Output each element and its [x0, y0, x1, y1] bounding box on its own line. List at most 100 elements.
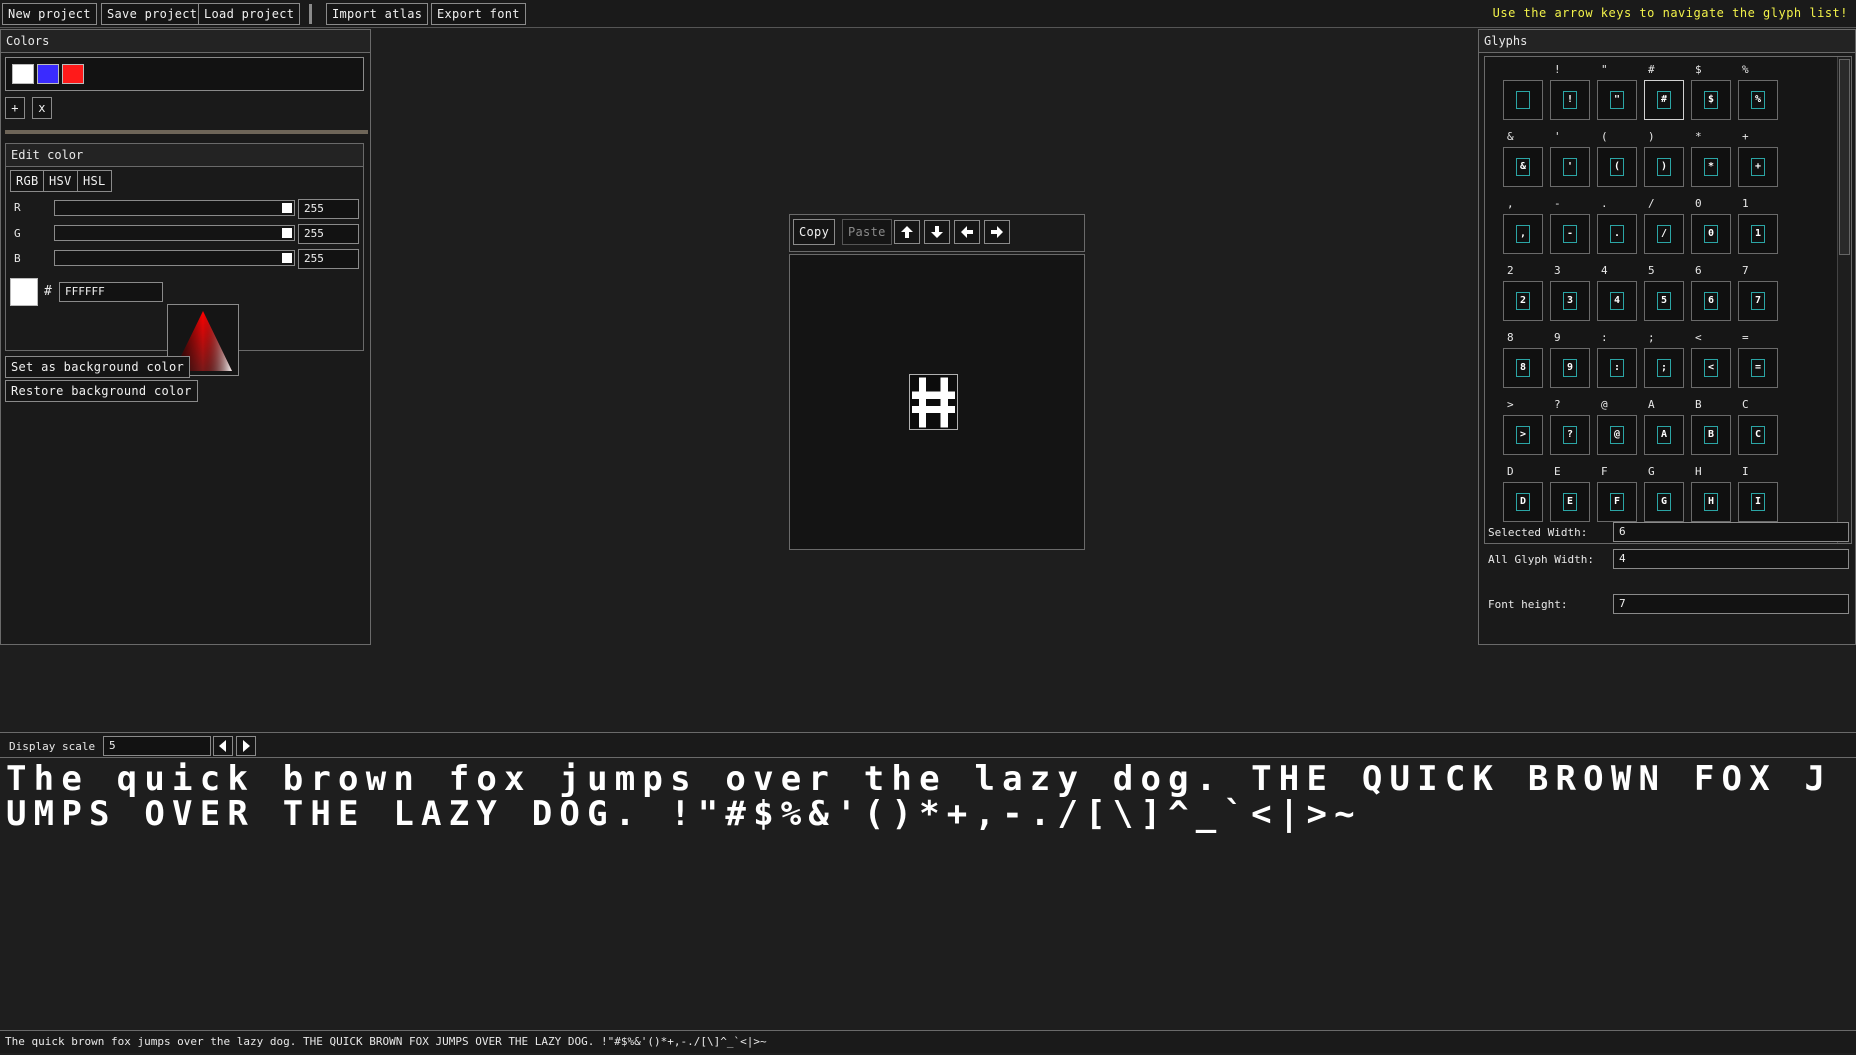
export-font-button[interactable]: Export font	[431, 3, 526, 25]
glyph-label-6: 6	[1695, 264, 1702, 277]
glyph-pixel-grid[interactable]	[909, 374, 958, 430]
glyph-cell-hash[interactable]: #	[1644, 80, 1684, 120]
glyph-cell-b[interactable]: B	[1691, 415, 1731, 455]
glyph-preview-semicolon: ;	[1657, 359, 1671, 377]
shift-down-button[interactable]	[924, 220, 950, 244]
font-height-label: Font height:	[1488, 598, 1568, 611]
font-preview-text: The quick brown fox jumps over the lazy …	[6, 759, 1833, 834]
glyph-label-g: G	[1648, 465, 1655, 478]
all-glyph-width-input[interactable]: 4	[1613, 549, 1849, 569]
slider-thumb[interactable]	[282, 253, 292, 263]
color-swatch-white[interactable]	[12, 64, 34, 84]
glyph-cell-percent[interactable]: %	[1738, 80, 1778, 120]
channel-b-slider[interactable]	[54, 250, 295, 266]
scale-increase-button[interactable]	[236, 736, 256, 756]
display-scale-bar: Display scale 5	[0, 732, 1856, 758]
up-arrow-icon	[901, 226, 913, 238]
glyph-cell-3[interactable]: 3	[1550, 281, 1590, 321]
mode-tab-rgb[interactable]: RGB	[10, 170, 45, 192]
glyph-cell-h[interactable]: H	[1691, 482, 1731, 522]
copy-button[interactable]: Copy	[793, 219, 836, 245]
glyph-cell-f[interactable]: F	[1597, 482, 1637, 522]
shift-right-button[interactable]	[984, 220, 1010, 244]
glyph-cell-exclamation[interactable]: !	[1550, 80, 1590, 120]
mode-tab-hsl[interactable]: HSL	[77, 170, 112, 192]
glyph-cell-question[interactable]: ?	[1550, 415, 1590, 455]
glyph-cell-period[interactable]: .	[1597, 214, 1637, 254]
color-swatch-red[interactable]	[62, 64, 84, 84]
shift-left-button[interactable]	[954, 220, 980, 244]
glyph-cell-4[interactable]: 4	[1597, 281, 1637, 321]
glyph-preview-hyphen: -	[1563, 225, 1577, 243]
remove-color-button[interactable]: x	[32, 97, 52, 119]
selected-width-input[interactable]: 6	[1613, 522, 1849, 542]
channel-r-slider[interactable]	[54, 200, 295, 216]
glyph-preview-0: 0	[1704, 225, 1718, 243]
glyph-preview-5: 5	[1657, 292, 1671, 310]
glyph-cell-0[interactable]: 0	[1691, 214, 1731, 254]
glyph-cell-a[interactable]: A	[1644, 415, 1684, 455]
glyph-cell-1[interactable]: 1	[1738, 214, 1778, 254]
glyph-cell-c[interactable]: C	[1738, 415, 1778, 455]
glyph-cell-equals[interactable]: =	[1738, 348, 1778, 388]
glyph-cell-paren-open[interactable]: (	[1597, 147, 1637, 187]
channel-b-value[interactable]: 255	[298, 249, 359, 269]
channel-r-label: R	[14, 201, 21, 214]
save-project-button[interactable]: Save project	[101, 3, 204, 25]
channel-b-label: B	[14, 252, 21, 265]
import-atlas-button[interactable]: Import atlas	[326, 3, 429, 25]
glyph-cell-6[interactable]: 6	[1691, 281, 1731, 321]
paste-button[interactable]: Paste	[842, 219, 892, 245]
glyph-cell-e[interactable]: E	[1550, 482, 1590, 522]
glyph-list-scrollbar[interactable]	[1837, 57, 1851, 543]
glyph-cell-less-than[interactable]: <	[1691, 348, 1731, 388]
glyph-cell-dollar[interactable]: $	[1691, 80, 1731, 120]
glyph-cell-greater-than[interactable]: >	[1503, 415, 1543, 455]
glyph-cell-d[interactable]: D	[1503, 482, 1543, 522]
glyph-cell-5[interactable]: 5	[1644, 281, 1684, 321]
glyph-cell-7[interactable]: 7	[1738, 281, 1778, 321]
font-height-input[interactable]: 7	[1613, 594, 1849, 614]
display-scale-input[interactable]: 5	[103, 736, 211, 756]
glyph-cell-asterisk[interactable]: *	[1691, 147, 1731, 187]
new-project-button[interactable]: New project	[2, 3, 97, 25]
glyph-label-slash: /	[1648, 197, 1655, 210]
glyph-cell-semicolon[interactable]: ;	[1644, 348, 1684, 388]
glyph-cell-g[interactable]: G	[1644, 482, 1684, 522]
glyph-cell-2[interactable]: 2	[1503, 281, 1543, 321]
glyph-cell-plus[interactable]: +	[1738, 147, 1778, 187]
slider-thumb[interactable]	[282, 228, 292, 238]
load-project-button[interactable]: Load project	[198, 3, 301, 25]
glyph-cell-ampersand[interactable]: &	[1503, 147, 1543, 187]
glyph-cell-space[interactable]	[1503, 80, 1543, 120]
glyph-cell-slash[interactable]: /	[1644, 214, 1684, 254]
glyph-cell-colon[interactable]: :	[1597, 348, 1637, 388]
restore-background-button[interactable]: Restore background color	[5, 380, 198, 402]
color-swatch-blue[interactable]	[37, 64, 59, 84]
glyph-canvas[interactable]	[789, 254, 1085, 550]
hex-color-input[interactable]: FFFFFF	[59, 282, 163, 302]
slider-thumb[interactable]	[282, 203, 292, 213]
glyph-list[interactable]: !! " " # # $ $%% & & ' ' (()) * * + +,, - -.. / / 0 0 1 1 2 2 3 3 4 4…	[1484, 56, 1852, 544]
glyph-cell-8[interactable]: 8	[1503, 348, 1543, 388]
add-color-button[interactable]: +	[5, 97, 25, 119]
preview-input-text[interactable]: The quick brown fox jumps over the lazy …	[5, 1035, 767, 1048]
scale-decrease-button[interactable]	[213, 736, 233, 756]
scrollbar-thumb[interactable]	[1839, 59, 1850, 255]
glyph-cell-at[interactable]: @	[1597, 415, 1637, 455]
channel-g-value[interactable]: 255	[298, 224, 359, 244]
shift-up-button[interactable]	[894, 220, 920, 244]
glyph-cell-apostrophe[interactable]: '	[1550, 147, 1590, 187]
glyph-cell-9[interactable]: 9	[1550, 348, 1590, 388]
glyph-cell-quote[interactable]: "	[1597, 80, 1637, 120]
glyph-cell-i[interactable]: I	[1738, 482, 1778, 522]
channel-r-value[interactable]: 255	[298, 199, 359, 219]
preview-input-bar[interactable]: The quick brown fox jumps over the lazy …	[0, 1030, 1856, 1053]
glyph-cell-paren-close[interactable]: )	[1644, 147, 1684, 187]
mode-tab-hsv[interactable]: HSV	[43, 170, 78, 192]
set-background-button[interactable]: Set as background color	[5, 356, 191, 378]
glyph-preview-question: ?	[1563, 426, 1577, 444]
glyph-cell-hyphen[interactable]: -	[1550, 214, 1590, 254]
glyph-cell-comma[interactable]: ,	[1503, 214, 1543, 254]
channel-g-slider[interactable]	[54, 225, 295, 241]
